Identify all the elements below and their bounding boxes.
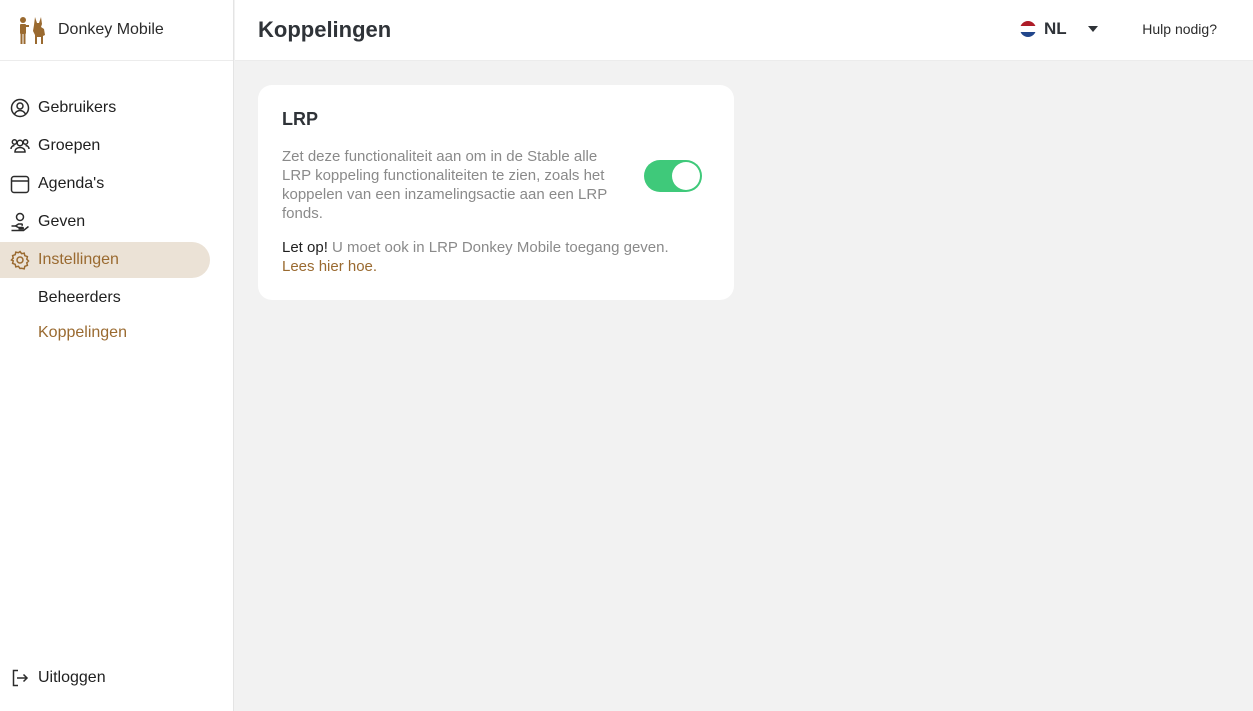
sidebar-item-label: Gebruikers: [38, 99, 117, 116]
sidebar-item-label: Groepen: [38, 137, 101, 154]
sidebar: Donkey Mobile Gebruikers Groepen Agenda'…: [0, 0, 234, 711]
donkey-logo-icon: [17, 15, 49, 45]
language-code: NL: [1044, 19, 1067, 38]
giving-hand-icon: [10, 212, 30, 232]
group-icon: [10, 136, 30, 156]
read-how-link[interactable]: Lees hier hoe.: [282, 257, 702, 276]
gear-icon: [10, 250, 30, 270]
page-title: Koppelingen: [258, 17, 392, 42]
sidebar-item-instellingen[interactable]: Instellingen: [0, 242, 210, 278]
logout-icon: [10, 668, 30, 688]
help-link[interactable]: Hulp nodig?: [1142, 21, 1217, 37]
subnav-item-koppelingen[interactable]: Koppelingen: [0, 315, 233, 350]
sidebar-item-label: Geven: [38, 213, 86, 230]
main-nav: Gebruikers Groepen Agenda's Geven Instel…: [0, 90, 233, 278]
netherlands-flag-icon: [1020, 21, 1036, 37]
logout-label: Uitloggen: [38, 669, 106, 686]
topbar: Koppelingen NL Hulp nodig?: [235, 0, 1253, 61]
calendar-icon: [10, 174, 30, 194]
logout-button[interactable]: Uitloggen: [0, 661, 234, 695]
toggle-knob: [672, 162, 700, 190]
sidebar-item-agendas[interactable]: Agenda's: [0, 166, 233, 202]
integration-card-lrp: LRP Zet deze functionaliteit aan om in d…: [258, 85, 734, 300]
notice-strong: Let op!: [282, 239, 328, 256]
brand-name: Donkey Mobile: [58, 21, 164, 38]
sidebar-item-geven[interactable]: Geven: [0, 204, 233, 240]
card-notice: Let op! U moet ook in LRP Donkey Mobile …: [282, 238, 702, 276]
user-circle-icon: [10, 98, 30, 118]
sidebar-item-label: Agenda's: [38, 175, 105, 192]
lrp-toggle[interactable]: [644, 160, 702, 192]
sidebar-item-gebruikers[interactable]: Gebruikers: [0, 90, 233, 126]
notice-text: U moet ook in LRP Donkey Mobile toegang …: [327, 239, 669, 256]
brand[interactable]: Donkey Mobile: [0, 0, 233, 61]
sidebar-item-label: Instellingen: [38, 251, 119, 268]
settings-subnav: Beheerders Koppelingen: [0, 280, 233, 350]
card-title: LRP: [282, 109, 318, 129]
language-selector[interactable]: NL: [1020, 19, 1098, 39]
subnav-item-beheerders[interactable]: Beheerders: [0, 280, 233, 315]
chevron-down-icon: [1087, 26, 1098, 32]
card-description: Zet deze functionaliteit aan om in de St…: [282, 148, 607, 222]
sidebar-item-groepen[interactable]: Groepen: [0, 128, 233, 164]
